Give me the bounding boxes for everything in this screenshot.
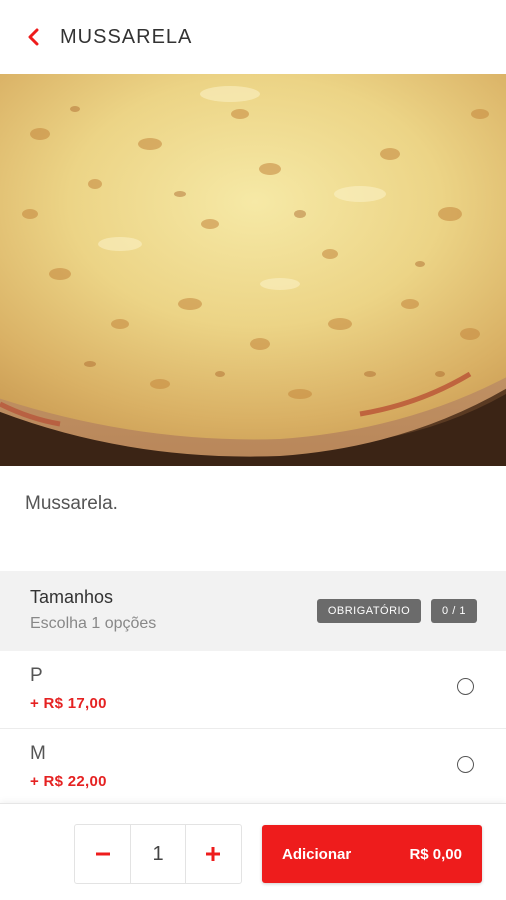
option-name: M — [30, 743, 46, 764]
selection-count-badge: 0 / 1 — [431, 599, 477, 623]
add-to-cart-button[interactable]: Adicionar R$ 0,00 — [262, 825, 482, 883]
section-subtitle: Escolha 1 opções — [30, 615, 157, 632]
size-option-m[interactable]: M + R$ 22,00 — [0, 729, 506, 807]
add-button-label: Adicionar — [282, 845, 352, 863]
product-description: Mussarela. — [25, 493, 118, 514]
radio-button[interactable] — [457, 678, 474, 695]
required-badge: OBRIGATÓRIO — [317, 599, 421, 623]
sizes-section-header: Tamanhos Escolha 1 opções OBRIGATÓRIO 0 … — [0, 571, 506, 651]
footer-bar: 1 Adicionar R$ 0,00 — [0, 803, 506, 900]
plus-icon — [206, 847, 221, 861]
chevron-left-icon — [28, 28, 39, 46]
increase-button[interactable] — [186, 825, 241, 883]
option-name: P — [30, 665, 43, 686]
page-title: MUSSARELA — [60, 25, 193, 48]
quantity-value: 1 — [130, 825, 186, 883]
quantity-stepper: 1 — [74, 824, 242, 884]
app-header: MUSSARELA — [0, 0, 506, 74]
decrease-button[interactable] — [75, 825, 130, 883]
option-price: + R$ 17,00 — [30, 695, 107, 712]
section-title: Tamanhos — [30, 587, 114, 607]
product-photo — [0, 74, 506, 466]
back-button[interactable] — [22, 26, 44, 48]
size-option-p[interactable]: P + R$ 17,00 — [0, 651, 506, 729]
add-button-total: R$ 0,00 — [409, 845, 462, 863]
option-price: + R$ 22,00 — [30, 773, 107, 790]
minus-icon — [95, 852, 110, 856]
radio-button[interactable] — [457, 756, 474, 773]
